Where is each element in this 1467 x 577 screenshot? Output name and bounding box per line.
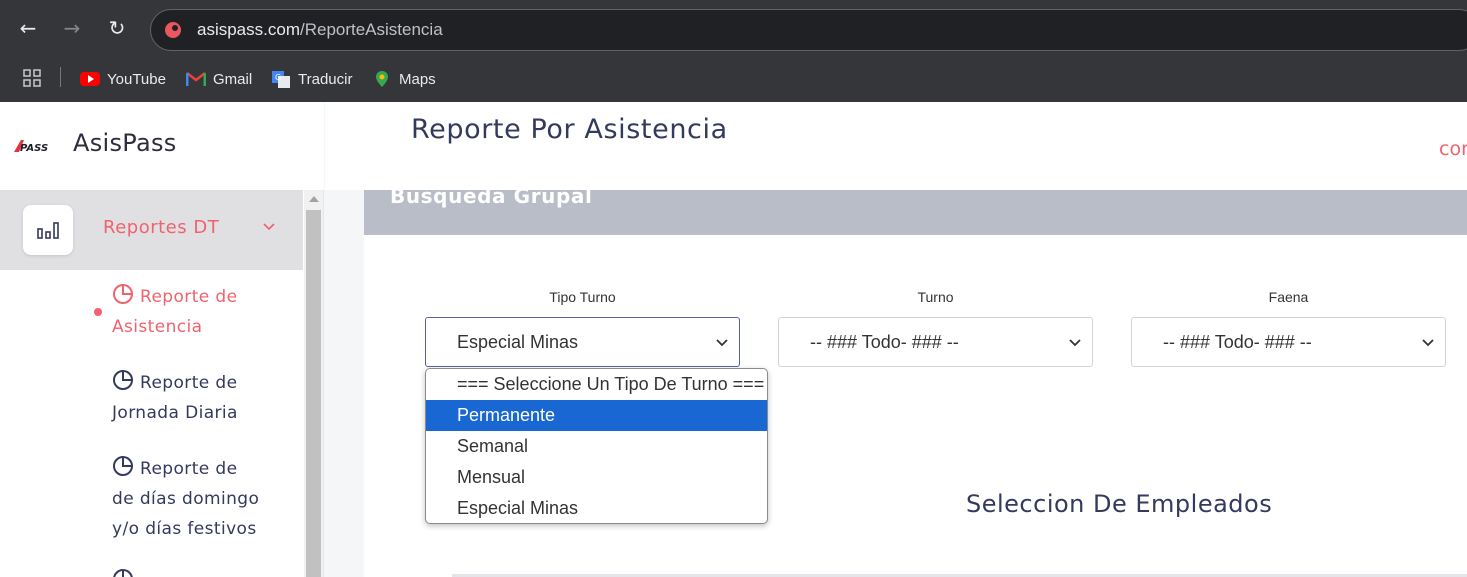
dropdown-option[interactable]: Semanal xyxy=(426,431,767,462)
sidebar-item-label-2: de días domingo xyxy=(112,489,260,509)
bookmark-label: Traducir xyxy=(298,70,353,88)
address-bar[interactable]: asispass.com/ReporteAsistencia xyxy=(150,9,1467,51)
chevron-down-icon xyxy=(1422,339,1434,347)
dropdown-option[interactable]: === Seleccione Un Tipo De Turno === xyxy=(426,369,767,400)
sidebar-menu-reportes-dt[interactable]: Reportes DT xyxy=(0,190,303,270)
brand[interactable]: PASS AsisPass xyxy=(0,102,324,190)
sidebar-item-label: Reporte de xyxy=(140,459,238,479)
bookmark-label: Gmail xyxy=(213,70,253,88)
dropdown-option[interactable]: Mensual xyxy=(426,462,767,493)
pie-chart-icon xyxy=(113,456,133,476)
card-header: Busqueda Grupal xyxy=(364,190,1467,235)
reload-icon[interactable]: ↻ xyxy=(103,14,131,42)
pie-chart-icon xyxy=(113,284,133,304)
label-tipo-turno: Tipo Turno xyxy=(549,289,616,305)
bookmarks-bar: YouTube Gmail G Traducir Maps xyxy=(0,56,1467,102)
select-value: Especial Minas xyxy=(457,332,579,352)
page-header: Reporte Por Asistencia cor xyxy=(325,102,1467,190)
bookmark-label: YouTube xyxy=(107,70,166,88)
maps-icon xyxy=(376,71,388,87)
gmail-icon xyxy=(186,72,206,86)
active-indicator-dot xyxy=(94,308,102,316)
header-right-text[interactable]: cor xyxy=(1439,138,1467,160)
pie-chart-icon xyxy=(113,569,133,577)
sidebar: PASS AsisPass Reportes DT Reporte de Asi… xyxy=(0,102,324,577)
brand-logo-icon: PASS xyxy=(14,140,48,154)
translate-icon: G xyxy=(272,71,290,88)
label-turno: Turno xyxy=(917,289,954,305)
tipo-turno-dropdown[interactable]: === Seleccione Un Tipo De Turno === Perm… xyxy=(425,368,768,524)
svg-text:PASS: PASS xyxy=(20,143,48,154)
sidebar-item-reporte-jornada[interactable]: Reporte de Jornada Diaria xyxy=(112,368,302,428)
chevron-down-icon xyxy=(263,223,275,231)
dropdown-option[interactable]: Especial Minas xyxy=(426,493,767,523)
sidebar-item-reporte-asistencia[interactable]: Reporte de Asistencia xyxy=(112,282,302,342)
svg-text:G: G xyxy=(275,73,281,82)
chevron-down-icon xyxy=(1069,339,1081,347)
url-host: asispass.com xyxy=(197,20,300,39)
browser-toolbar: ← → ↻ asispass.com/ReporteAsistencia xyxy=(0,0,1467,56)
page-title: Reporte Por Asistencia xyxy=(411,114,728,145)
section-title-empleados: Seleccion De Empleados xyxy=(966,490,1273,518)
scroll-up-arrow-icon[interactable] xyxy=(309,196,319,202)
bar-chart-icon xyxy=(23,205,73,255)
sidebar-item-reporte-domingos[interactable]: Reporte de de días domingo y/o días fest… xyxy=(112,454,302,544)
forward-arrow-icon[interactable]: → xyxy=(58,14,86,42)
sidebar-menu-label: Reportes DT xyxy=(103,217,220,238)
faena-select[interactable]: -- ### Todo- ### -- xyxy=(1131,317,1446,367)
back-arrow-icon[interactable]: ← xyxy=(14,14,42,42)
bookmark-gmail[interactable]: Gmail xyxy=(186,68,252,90)
bookmark-maps[interactable]: Maps xyxy=(372,68,436,90)
brand-name: AsisPass xyxy=(73,129,177,157)
sidebar-item-label-2: Asistencia xyxy=(112,317,203,337)
apps-grid-icon[interactable] xyxy=(22,68,42,88)
label-faena: Faena xyxy=(1268,289,1309,305)
bookmark-traducir[interactable]: G Traducir xyxy=(271,68,352,90)
sidebar-item-label: Reporte de xyxy=(140,287,238,307)
tipo-turno-select[interactable]: Especial Minas xyxy=(425,317,740,367)
select-value: -- ### Todo- ### -- xyxy=(1163,332,1312,352)
url-text: asispass.com/ReporteAsistencia xyxy=(197,20,443,40)
scrollbar-thumb[interactable] xyxy=(306,210,321,577)
sidebar-item-label-3: y/o días festivos xyxy=(112,519,257,539)
sidebar-scrollbar[interactable] xyxy=(304,190,323,577)
bookmark-label: Maps xyxy=(399,70,436,88)
pie-chart-icon xyxy=(113,370,133,390)
bookmark-youtube[interactable]: YouTube xyxy=(80,68,166,90)
bookmarks-divider xyxy=(60,67,61,87)
url-path: /ReporteAsistencia xyxy=(299,20,443,39)
sidebar-item-label-2: Jornada Diaria xyxy=(112,403,238,423)
chevron-down-icon xyxy=(716,339,728,347)
dropdown-option-highlighted[interactable]: Permanente xyxy=(426,400,767,431)
turno-select[interactable]: -- ### Todo- ### -- xyxy=(778,317,1093,367)
select-value: -- ### Todo- ### -- xyxy=(810,332,959,352)
sidebar-item-label: Reporte de xyxy=(140,373,238,393)
site-favicon-icon xyxy=(165,22,181,38)
card-title: Busqueda Grupal xyxy=(390,190,593,208)
youtube-icon xyxy=(80,72,100,86)
